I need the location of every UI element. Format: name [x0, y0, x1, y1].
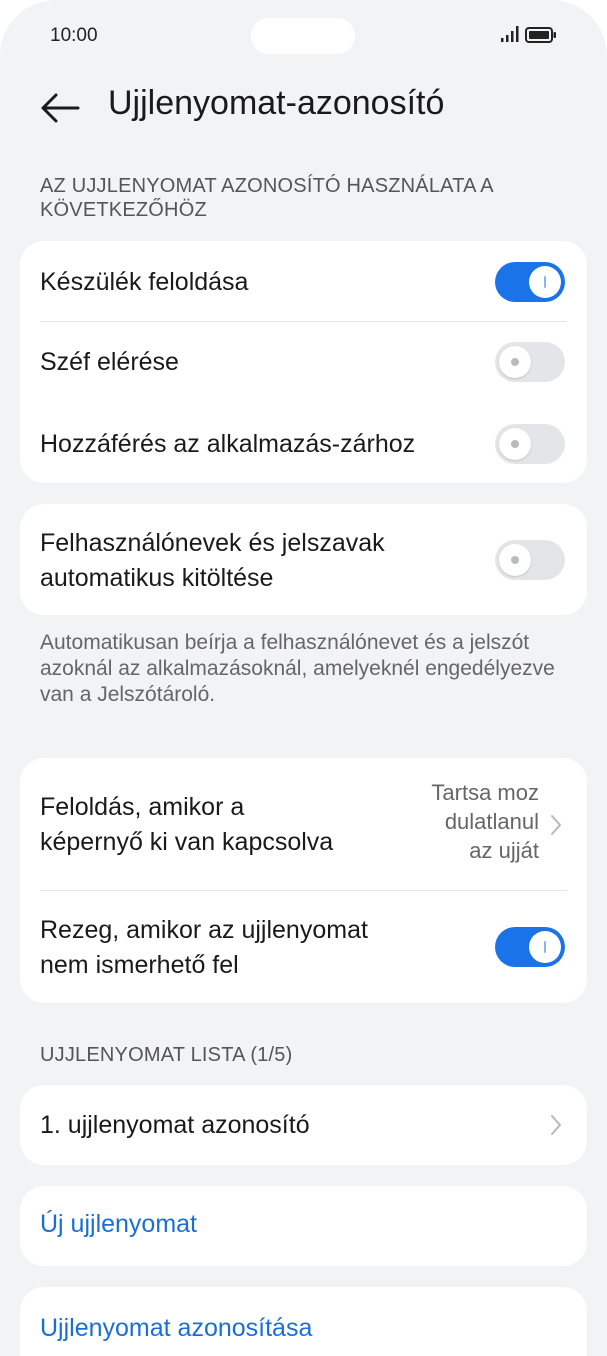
- safe-access-row[interactable]: Széf elérése: [20, 322, 587, 402]
- safe-access-toggle[interactable]: [495, 342, 565, 382]
- autofill-label-line2: automatikus kitöltése: [40, 564, 274, 592]
- app-lock-row[interactable]: Hozzáférés az alkalmazás-zárhoz: [20, 402, 587, 483]
- screen-off-value: Tartsa moz dulatlanul az ujját: [431, 780, 539, 863]
- vibrate-label-line1: Rezeg, amikor az ujjlenyomat: [40, 916, 368, 944]
- page-title: Ujjlenyomat-azonosító: [108, 84, 445, 122]
- screen-off-label-line2: képernyő ki van kapcsolva: [40, 828, 334, 856]
- device-unlock-label: Készülék feloldása: [40, 268, 249, 296]
- chevron-right-icon: [551, 1115, 561, 1135]
- app-lock-toggle[interactable]: [495, 424, 565, 464]
- autofill-toggle[interactable]: [495, 540, 565, 580]
- status-bar: 10:00: [0, 0, 607, 70]
- vibrate-toggle[interactable]: [495, 927, 565, 967]
- vibrate-row[interactable]: Rezeg, amikor az ujjlenyomat nem ismerhe…: [20, 891, 587, 1003]
- vibrate-label-line2: nem ismerhető fel: [40, 951, 239, 979]
- app-lock-label: Hozzáférés az alkalmazás-zárhoz: [40, 430, 416, 458]
- settings-screen: 10:00 Ujjlenyomat-azonosító AZ UJJLENYOM…: [0, 0, 607, 1356]
- signal-icon: [501, 26, 519, 42]
- device-unlock-toggle[interactable]: [495, 262, 565, 302]
- screen-off-label-line1: Feloldás, amikor a: [40, 793, 245, 821]
- new-fingerprint-link[interactable]: Új ujjlenyomat: [40, 1210, 197, 1239]
- device-unlock-row[interactable]: Készülék feloldása: [20, 241, 587, 322]
- usage-card: Készülék feloldása Széf elérése Hozzáfér…: [20, 241, 587, 483]
- autofill-description: Automatikusan beírja a felhasználónevet …: [40, 631, 555, 706]
- fingerprint-list-header: UJJLENYOMAT LISTA (1/5): [40, 1044, 293, 1066]
- status-time: 10:00: [50, 25, 98, 46]
- battery-icon: [525, 27, 556, 43]
- autofill-card: Felhasználónevek és jelszavak automatiku…: [20, 504, 587, 615]
- unlock-options-card: Feloldás, amikor a képernyő ki van kapcs…: [20, 758, 587, 1003]
- fingerprint-item-label: 1. ujjlenyomat azonosító: [40, 1111, 310, 1139]
- autofill-label-line1: Felhasználónevek és jelszavak: [40, 529, 385, 557]
- screen-off-unlock-row[interactable]: Feloldás, amikor a képernyő ki van kapcs…: [20, 758, 587, 890]
- chevron-right-icon: [551, 815, 561, 835]
- safe-access-label: Széf elérése: [40, 348, 179, 376]
- fingerprint-list-card: 1. ujjlenyomat azonosító: [20, 1085, 587, 1165]
- new-fingerprint-card[interactable]: Új ujjlenyomat: [20, 1186, 587, 1266]
- usage-section-header: AZ UJJLENYOMAT AZONOSÍTÓ HASZNÁLATA A KÖ…: [40, 175, 493, 221]
- identify-fingerprint-card[interactable]: Ujjlenyomat azonosítása: [20, 1287, 587, 1356]
- camera-notch: [251, 18, 355, 54]
- fingerprint-list-item[interactable]: 1. ujjlenyomat azonosító: [20, 1085, 587, 1165]
- identify-fingerprint-link[interactable]: Ujjlenyomat azonosítása: [40, 1314, 312, 1343]
- back-arrow-icon[interactable]: [38, 86, 82, 130]
- autofill-row[interactable]: Felhasználónevek és jelszavak automatiku…: [20, 504, 587, 615]
